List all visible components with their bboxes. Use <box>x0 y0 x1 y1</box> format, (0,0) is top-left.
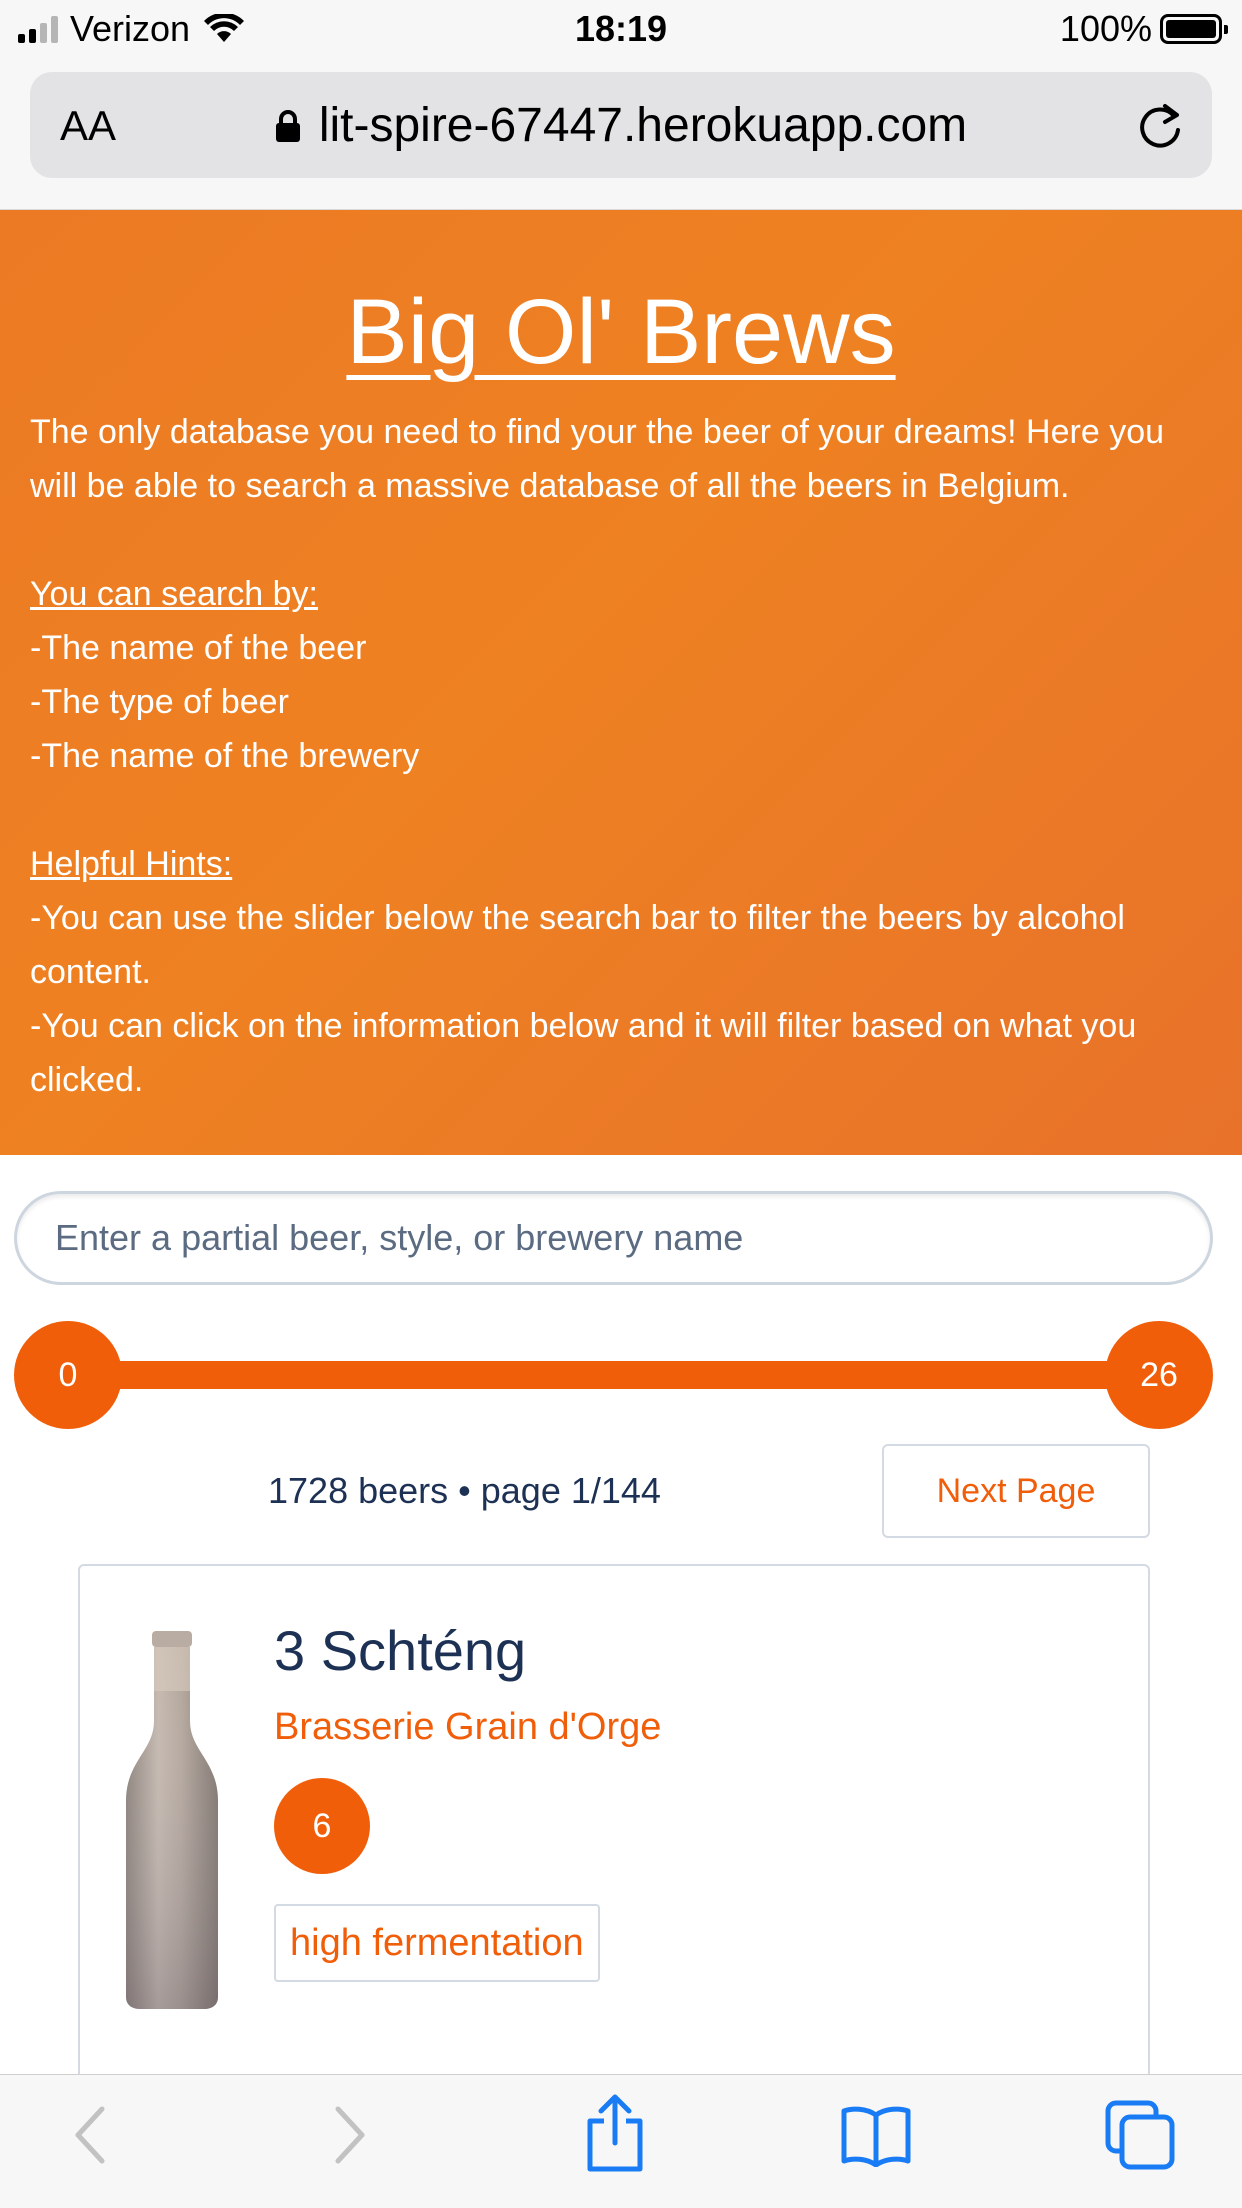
slider-track[interactable] <box>64 1361 1163 1389</box>
search-by-item: -The name of the brewery <box>30 737 420 775</box>
beer-bottle-image <box>126 1631 218 2009</box>
browser-bottom-toolbar <box>0 2074 1242 2208</box>
search-input[interactable] <box>14 1191 1213 1285</box>
hint-item: -You can use the slider below the search… <box>30 899 1125 991</box>
browser-toolbar: AA lit-spire-67447.herokuapp.com <box>0 58 1242 210</box>
url-display[interactable]: lit-spire-67447.herokuapp.com <box>30 98 1212 153</box>
url-text: lit-spire-67447.herokuapp.com <box>318 99 968 152</box>
hint-item: -You can click on the information below … <box>30 1007 1137 1099</box>
page-title[interactable]: Big Ol' Brews <box>0 280 1242 385</box>
style-tag[interactable]: high fermentation <box>274 1904 600 1982</box>
battery-percent: 100% <box>1059 8 1152 49</box>
share-icon[interactable] <box>584 2093 646 2173</box>
intro-paragraph: The only database you need to find your … <box>30 413 1165 505</box>
next-page-button[interactable]: Next Page <box>882 1444 1150 1538</box>
search-by-heading: You can search by: <box>30 575 318 613</box>
hints-heading: Helpful Hints: <box>30 845 233 883</box>
search-by-item: -The type of beer <box>30 683 289 721</box>
search-by-item: -The name of the beer <box>30 629 367 667</box>
intro-text-block: The only database you need to find your … <box>30 405 1220 1107</box>
battery-icon <box>1160 14 1228 44</box>
abv-badge[interactable]: 6 <box>274 1778 370 1874</box>
status-bar: Verizon 18:19 100% <box>0 0 1242 58</box>
brewery-link[interactable]: Brasserie Grain d'Orge <box>274 1706 661 1749</box>
results-summary: 1728 beers • page 1/144 <box>268 1470 661 1511</box>
lock-icon <box>275 109 300 142</box>
bookmarks-icon[interactable] <box>840 2105 912 2167</box>
beer-name: 3 Schténg <box>274 1619 527 1682</box>
slider-max-handle[interactable]: 26 <box>1105 1321 1213 1429</box>
abv-range-slider[interactable]: 0 26 <box>14 1321 1213 1429</box>
battery-group: 100% <box>1059 8 1228 50</box>
address-bar[interactable]: AA lit-spire-67447.herokuapp.com <box>30 72 1212 178</box>
clock: 18:19 <box>574 8 668 49</box>
forward-icon[interactable] <box>330 2103 370 2167</box>
slider-min-handle[interactable]: 0 <box>14 1321 122 1429</box>
hero-section: Big Ol' Brews The only database you need… <box>0 210 1242 1155</box>
reload-icon[interactable] <box>1134 98 1186 152</box>
tabs-icon[interactable] <box>1104 2099 1176 2171</box>
back-icon[interactable] <box>70 2103 110 2167</box>
